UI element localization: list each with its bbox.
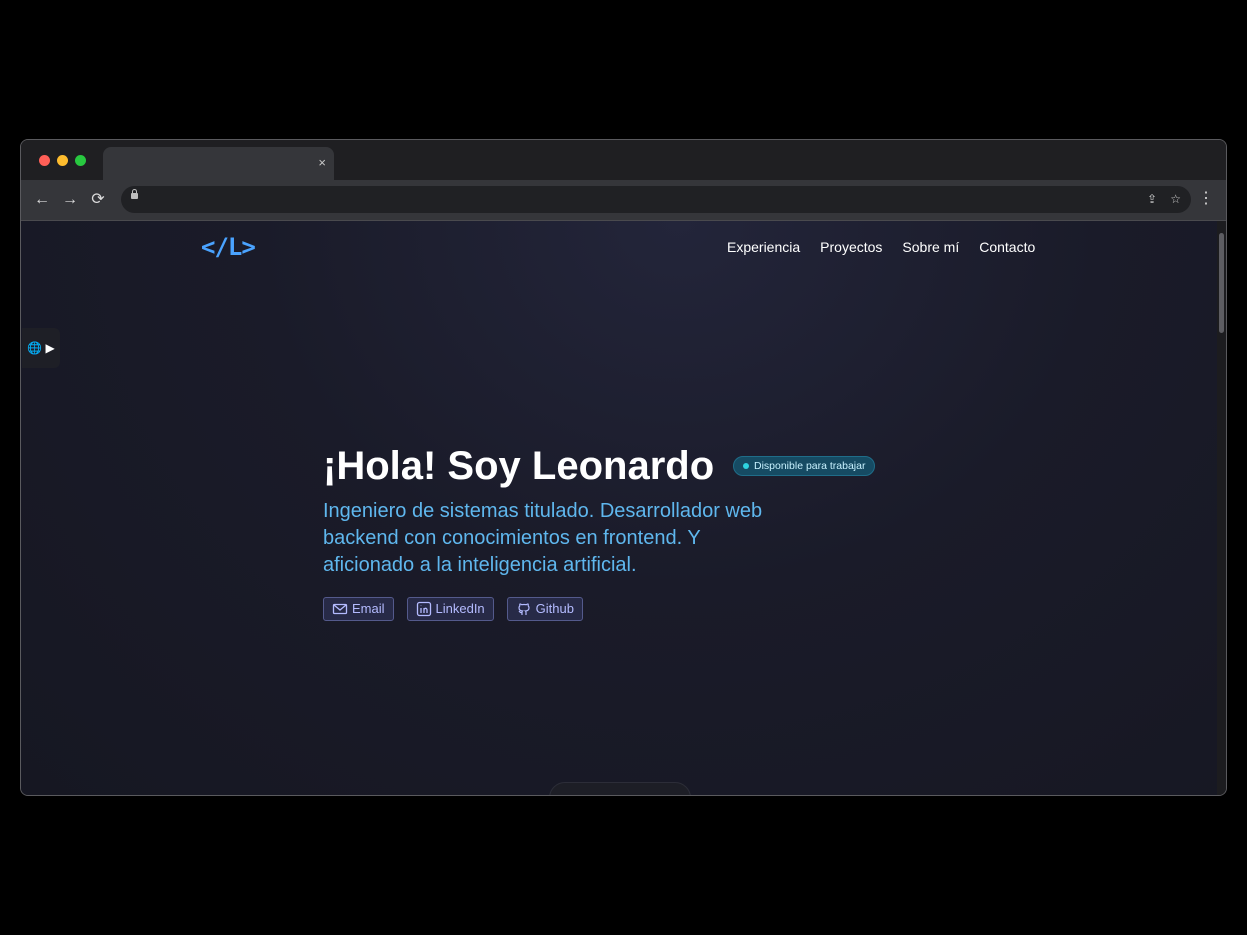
minimize-window-button[interactable] [57, 155, 68, 166]
mail-icon [332, 603, 348, 615]
github-button[interactable]: Github [506, 597, 583, 621]
browser-window: × ← → ⟳ ⇪ ☆ ⋮ </L> Experiencia Proyectos… [20, 139, 1227, 796]
close-tab-icon[interactable]: × [318, 155, 326, 171]
scrollbar[interactable] [1217, 221, 1226, 795]
scrollbar-thumb[interactable] [1219, 233, 1224, 333]
github-icon [518, 603, 530, 615]
github-label: Github [535, 601, 574, 616]
hero-subtitle: Ingeniero de sistemas titulado. Desarrol… [323, 500, 763, 576]
browser-toolbar: ← → ⟳ ⇪ ☆ ⋮ [21, 180, 1226, 221]
linkedin-button[interactable]: LinkedIn [406, 597, 494, 621]
close-window-button[interactable] [39, 155, 50, 166]
linkedin-icon [416, 601, 431, 617]
nav-contacto[interactable]: Contacto [979, 239, 1035, 255]
reload-icon[interactable]: ⟳ [88, 190, 108, 210]
browser-tab[interactable]: × [103, 147, 334, 180]
main-nav: Experiencia Proyectos Sobre mí Contacto [727, 239, 1035, 255]
title-bar: × [21, 140, 1226, 180]
star-icon[interactable]: ☆ [1170, 190, 1181, 208]
browser-menu-icon[interactable]: ⋮ [1198, 189, 1214, 209]
nav-experiencia[interactable]: Experiencia [727, 239, 800, 255]
nav-proyectos[interactable]: Proyectos [820, 239, 882, 255]
page-viewport: </L> Experiencia Proyectos Sobre mí Cont… [21, 221, 1217, 795]
forward-icon[interactable]: → [60, 190, 80, 210]
address-bar[interactable]: ⇪ ☆ [121, 186, 1191, 213]
badge-label: Disponible para trabajar [754, 460, 866, 472]
email-label: Email [352, 601, 385, 616]
linkedin-label: LinkedIn [435, 601, 485, 616]
floating-dock[interactable] [549, 782, 691, 795]
maximize-window-button[interactable] [75, 155, 86, 166]
back-icon[interactable]: ← [32, 190, 52, 210]
language-toggle[interactable]: 🌐 ▶ [22, 328, 60, 368]
social-buttons: Email LinkedIn Github [323, 597, 583, 621]
status-dot-icon [743, 463, 749, 469]
availability-badge: Disponible para trabajar [733, 456, 876, 476]
hero-title: ¡Hola! Soy Leonardo [323, 444, 715, 488]
site-logo[interactable]: </L> [201, 233, 256, 261]
nav-sobre-mi[interactable]: Sobre mí [902, 239, 959, 255]
email-button[interactable]: Email [323, 597, 394, 621]
lock-icon [131, 189, 138, 199]
share-icon[interactable]: ⇪ [1147, 190, 1157, 208]
